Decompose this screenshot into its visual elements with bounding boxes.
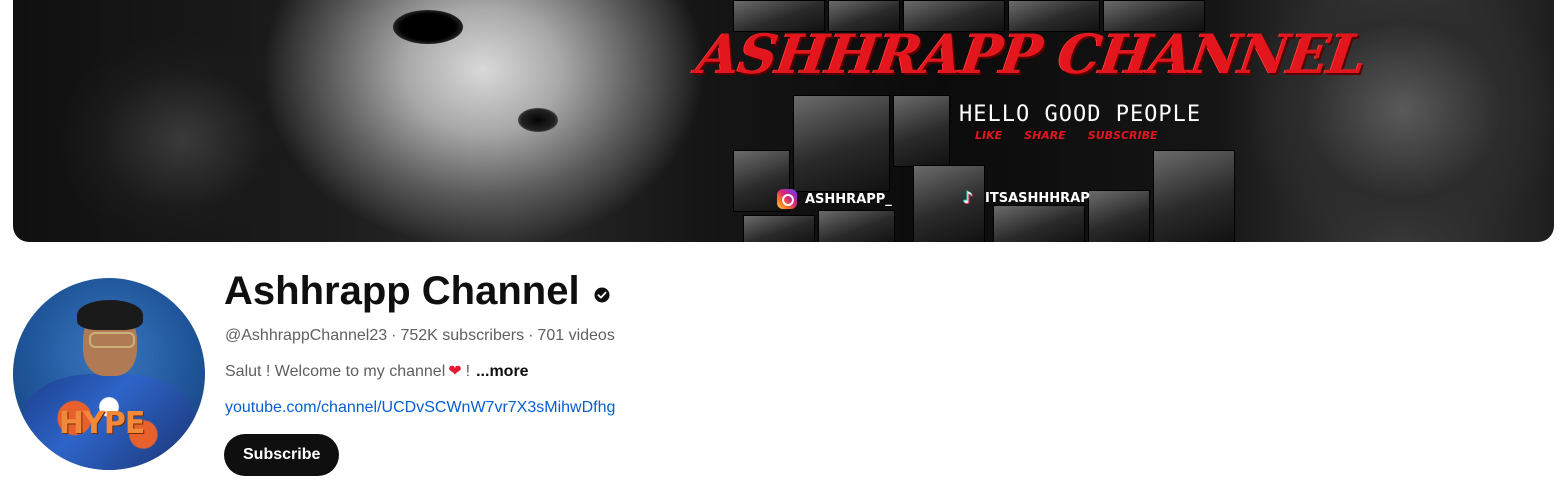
banner-greeting: HELLO GOOD PEOPLE: [959, 102, 1202, 127]
banner-title: ASHHRAPP CHANNEL: [693, 22, 1370, 86]
heart-icon: ❤: [448, 363, 462, 380]
banner-tiktok-handle: ITSASHHHRAP: [985, 190, 1090, 206]
channel-handle: @AshhrappChannel23: [225, 327, 388, 344]
meta-separator: ·: [528, 327, 534, 344]
video-count: 701 videos: [537, 327, 615, 344]
subscriber-count: 752K subscribers: [400, 327, 525, 344]
banner-face-eye: [393, 10, 463, 44]
description-text: Salut ! Welcome to my channel: [225, 363, 446, 380]
channel-name: Ashhrapp Channel: [224, 269, 580, 313]
channel-banner: ASHHRAPP CHANNEL HELLO GOOD PEOPLE LIKE …: [13, 0, 1554, 242]
subscribe-button[interactable]: Subscribe: [224, 434, 340, 476]
avatar-shirt-text: HYPE: [59, 406, 145, 441]
tiktok-icon: ♪: [962, 188, 974, 207]
banner-cta-subscribe: SUBSCRIBE: [1087, 129, 1158, 142]
banner-cta: LIKE SHARE SUBSCRIBE: [975, 129, 1157, 142]
banner-cta-like: LIKE: [975, 129, 1003, 142]
verified-check-icon: [594, 287, 610, 303]
channel-header: Ashhrapp Channel: [224, 266, 610, 316]
banner-face-nostril: [518, 108, 558, 132]
avatar-hair: [77, 300, 143, 330]
banner-instagram: ASHHRAPP_: [777, 189, 892, 209]
more-button[interactable]: ...more: [476, 362, 528, 382]
channel-avatar[interactable]: HYPE: [13, 278, 205, 470]
avatar-glasses: [89, 332, 135, 348]
channel-link[interactable]: youtube.com/channel/UCDvSCWnW7vr7X3sMihw…: [225, 398, 615, 418]
banner-cta-share: SHARE: [1024, 129, 1066, 142]
channel-description[interactable]: Salut ! Welcome to my channel ❤ ! ...mor…: [225, 362, 529, 382]
banner-instagram-handle: ASHHRAPP_: [805, 191, 892, 207]
description-tail: !: [465, 363, 471, 380]
banner-tiktok: ♪ ITSASHHHRAP: [959, 189, 1090, 207]
instagram-icon: [777, 189, 797, 209]
meta-separator: ·: [391, 327, 397, 344]
channel-meta: @AshhrappChannel23 · 752K subscribers · 701 …: [225, 326, 615, 346]
